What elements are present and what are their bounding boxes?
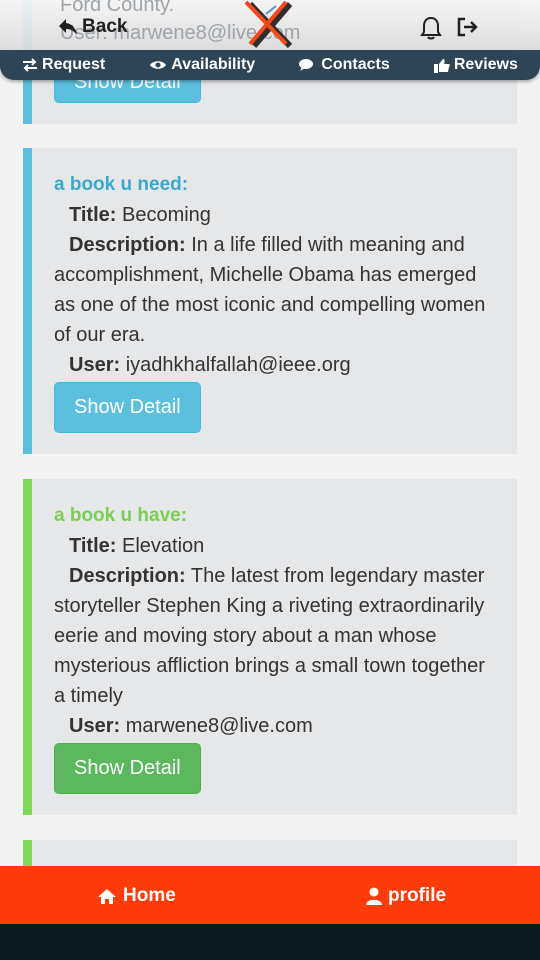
thumbs-up-icon — [433, 58, 450, 73]
tab-availability[interactable]: Availability — [149, 56, 255, 74]
tab-contacts[interactable]: Contacts — [299, 56, 390, 74]
card-heading: a book u need: — [54, 174, 189, 195]
card-heading: a book u have: — [54, 505, 188, 526]
bottom-bar: Home profile — [0, 866, 540, 924]
tab-bar: Request Availability Contacts Reviews — [0, 50, 540, 80]
user-row: User: marwene8@live.com — [69, 715, 313, 737]
system-nav-bar — [0, 924, 540, 960]
results-list[interactable]: Show Detail a book u need: Title: Becomi… — [0, 0, 540, 960]
bell-icon[interactable] — [420, 16, 442, 40]
show-detail-button[interactable]: Show Detail — [54, 743, 201, 794]
eye-icon — [150, 61, 167, 69]
home-icon — [98, 888, 116, 904]
title-row: Title: Elevation — [69, 535, 205, 557]
title-row: Title: Becoming — [69, 204, 211, 226]
tab-request[interactable]: Request — [22, 56, 105, 74]
show-detail-button[interactable]: Show Detail — [54, 382, 201, 433]
book-user: iyadhkhalfallah@ieee.org — [125, 354, 351, 376]
book-title: Elevation — [121, 535, 205, 557]
scrolled-text-fragment: Ford County. — [60, 0, 175, 16]
app-logo — [244, 0, 293, 49]
back-label: Back — [82, 16, 128, 37]
user-row: User: iyadhkhalfallah@ieee.org — [69, 354, 351, 376]
user-icon — [366, 887, 382, 905]
profile-button[interactable]: profile — [366, 885, 446, 907]
description-row: Description: The latest from legendary m… — [54, 565, 485, 707]
reply-arrow-icon — [59, 19, 77, 35]
exchange-icon — [23, 58, 38, 72]
back-button[interactable]: Back — [58, 16, 127, 38]
book-user: marwene8@live.com — [125, 715, 313, 737]
description-row: Description: In a life filled with meani… — [54, 234, 486, 346]
book-title: Becoming — [121, 204, 211, 226]
tab-reviews[interactable]: Reviews — [433, 56, 518, 74]
book-card-have: a book u have: Title: Elevation Descript… — [23, 479, 517, 815]
book-card-need: a book u need: Title: Becoming Descripti… — [23, 148, 517, 454]
sign-out-icon[interactable] — [456, 16, 480, 38]
home-button[interactable]: Home — [97, 885, 176, 907]
app-header: Ford County. User: marwene8@live.com Bac… — [0, 0, 540, 50]
comments-icon — [299, 59, 314, 71]
